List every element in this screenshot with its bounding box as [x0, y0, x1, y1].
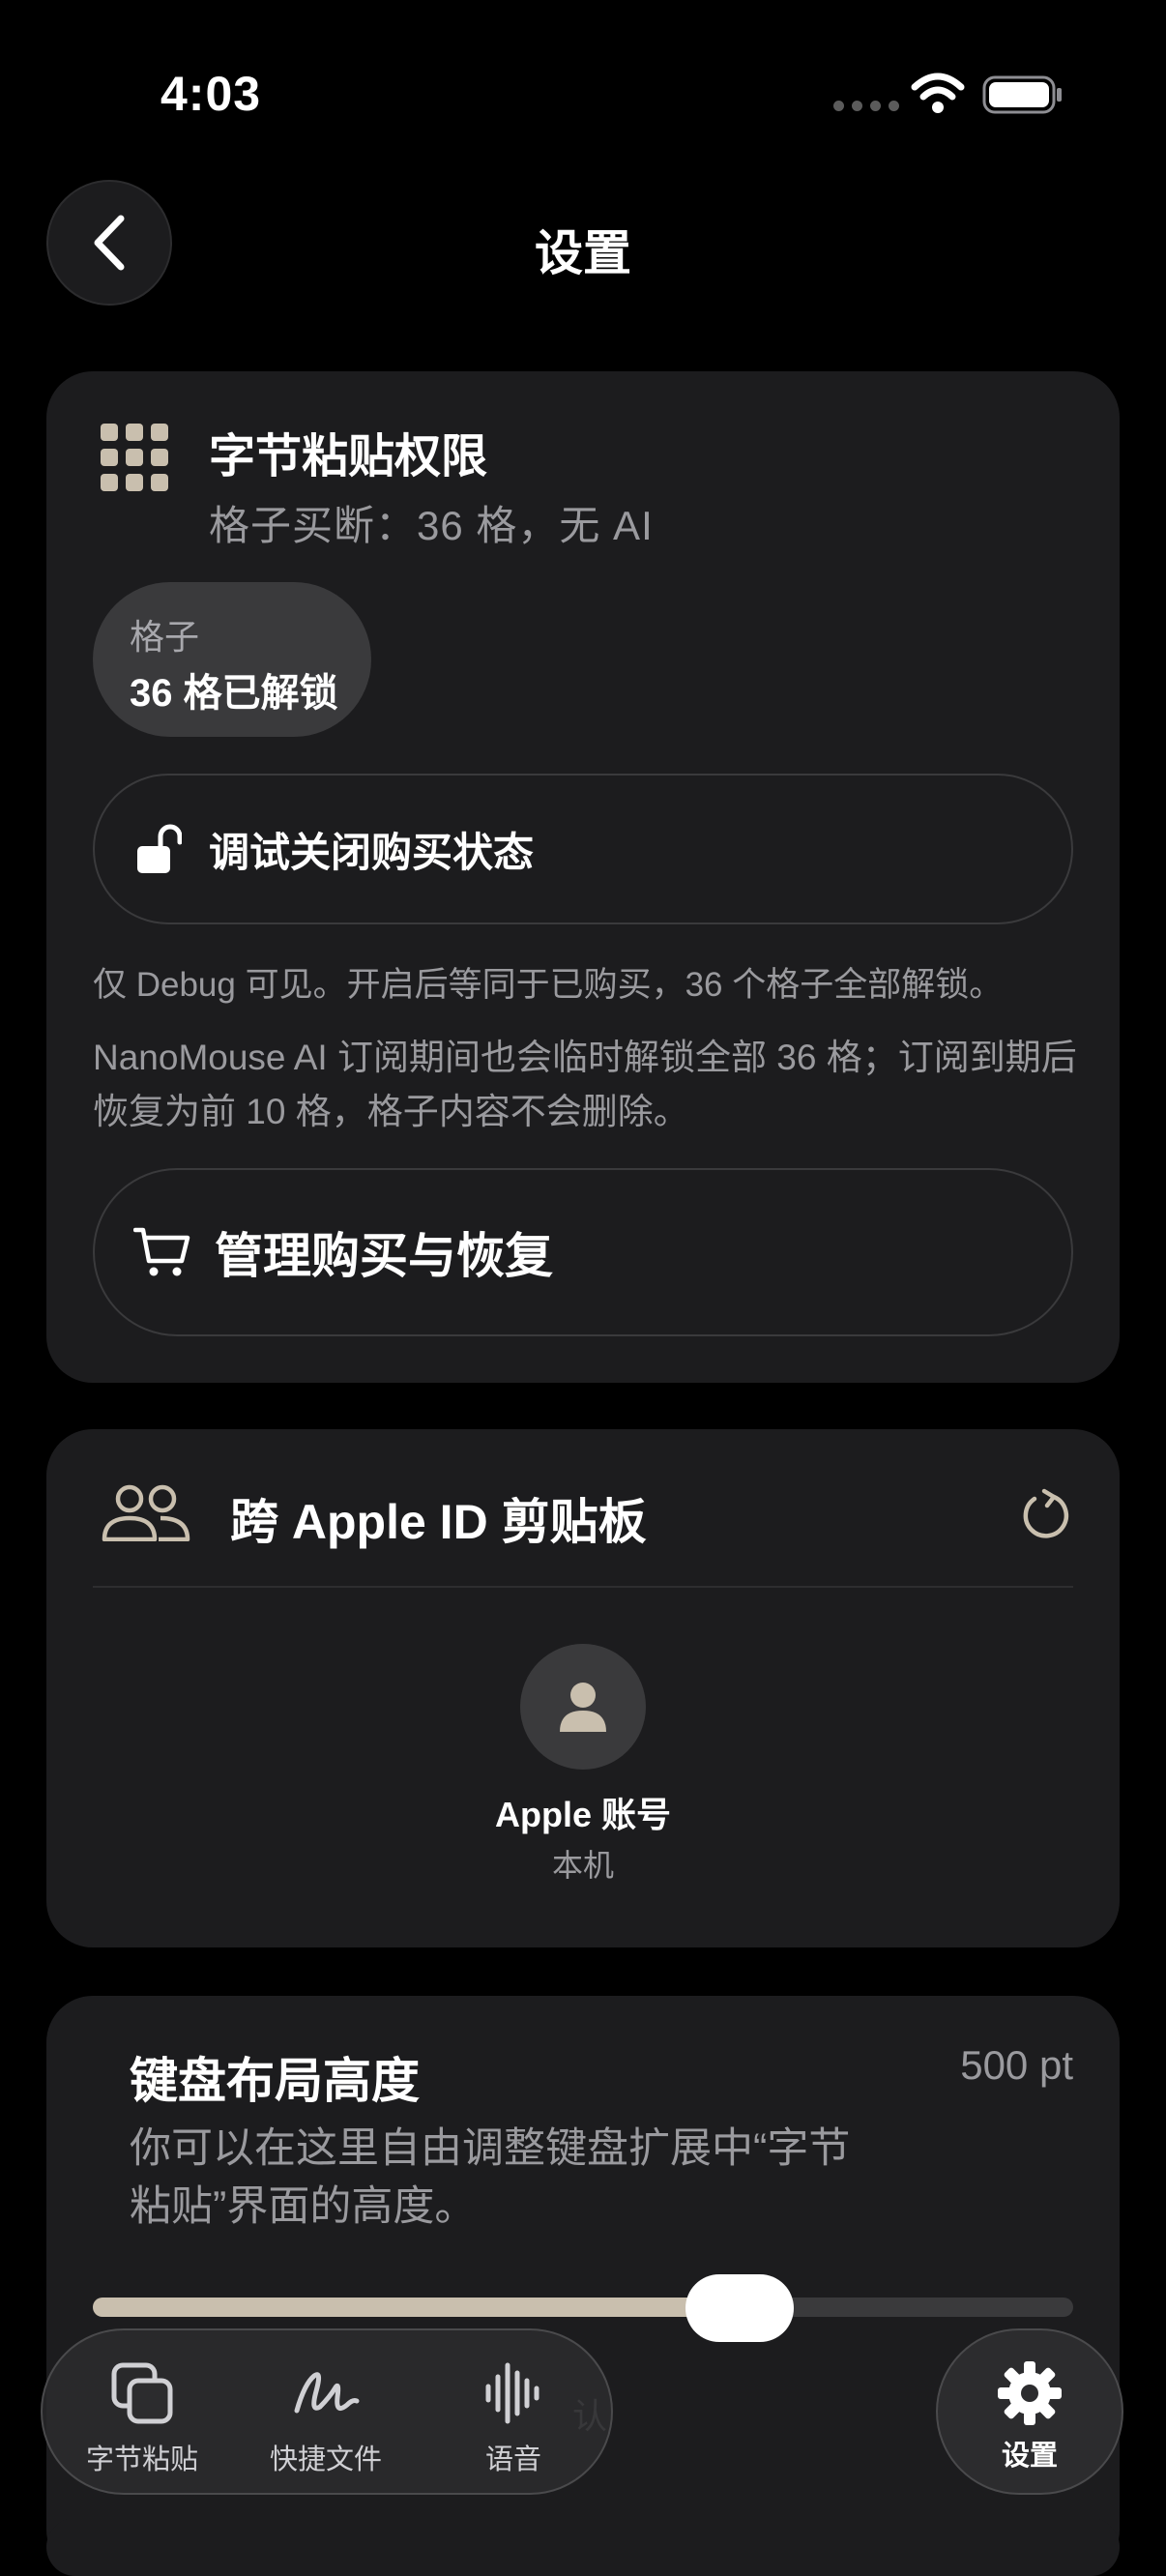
people-icon: [102, 1484, 190, 1541]
keyboard-height-title: 键盘布局高度: [130, 2054, 420, 2108]
tab-voice[interactable]: 语音: [422, 2359, 605, 2477]
battery-icon: [982, 75, 1062, 114]
tab-byte-paste[interactable]: 字节粘贴: [50, 2359, 234, 2477]
manage-button-label: 管理购买与恢复: [215, 1229, 553, 1283]
permission-subtitle: 格子买断：36 格，无 AI: [209, 503, 654, 548]
permission-title: 字节粘贴权限: [209, 431, 488, 483]
account-subtitle: 本机: [551, 1848, 614, 1883]
waveform-icon: [485, 2362, 539, 2424]
copy-icon: [111, 2362, 173, 2424]
subscription-note: NanoMouse AI 订阅期间也会临时解锁全部 36 格；订阅到期后恢复为前…: [93, 1038, 1077, 1131]
wifi-icon: [911, 73, 965, 113]
debug-note: 仅 Debug 可见。开启后等同于已购买，36 个格子全部解锁。: [93, 966, 1004, 1004]
keyboard-height-description: 你可以在这里自由调整键盘扩展中“字节粘贴”界面的高度。: [130, 2125, 851, 2230]
refresh-icon[interactable]: [1021, 1487, 1071, 1541]
tab-quick-files[interactable]: 快捷文件: [234, 2359, 418, 2477]
tab-label: 字节粘贴: [85, 2444, 198, 2475]
height-slider-fill: [93, 2298, 740, 2317]
tab-label: 设置: [1001, 2441, 1058, 2472]
signal-icon: [833, 101, 899, 111]
debug-button-label: 调试关闭购买状态: [209, 829, 535, 875]
divider: [93, 1586, 1073, 1588]
keyboard-height-value: 500 pt: [960, 2042, 1073, 2088]
tab-settings[interactable]: 设置: [936, 2328, 1123, 2495]
next-card: [46, 2518, 1120, 2576]
tab-label: 语音: [484, 2444, 541, 2475]
height-slider-thumb[interactable]: [685, 2274, 794, 2342]
cart-icon: [133, 1227, 190, 1276]
cross-id-title: 跨 Apple ID 剪贴板: [230, 1495, 647, 1549]
signature-icon: [294, 2372, 360, 2414]
page-title: 设置: [535, 226, 631, 280]
tab-label: 快捷文件: [269, 2444, 382, 2475]
person-icon: [560, 1683, 606, 1732]
unlock-icon: [137, 824, 182, 873]
status-time: 4:03: [160, 67, 262, 121]
chip-value: 36 格已解锁: [130, 672, 338, 715]
account-avatar[interactable]: [520, 1644, 646, 1770]
debug-purchase-toggle-button[interactable]: 调试关闭购买状态: [93, 774, 1073, 924]
gear-icon: [998, 2361, 1062, 2425]
manage-purchase-button[interactable]: 管理购买与恢复: [93, 1168, 1073, 1336]
account-name: Apple 账号: [494, 1795, 671, 1834]
chip-label: 格子: [130, 617, 200, 657]
grid-icon: [101, 424, 168, 491]
